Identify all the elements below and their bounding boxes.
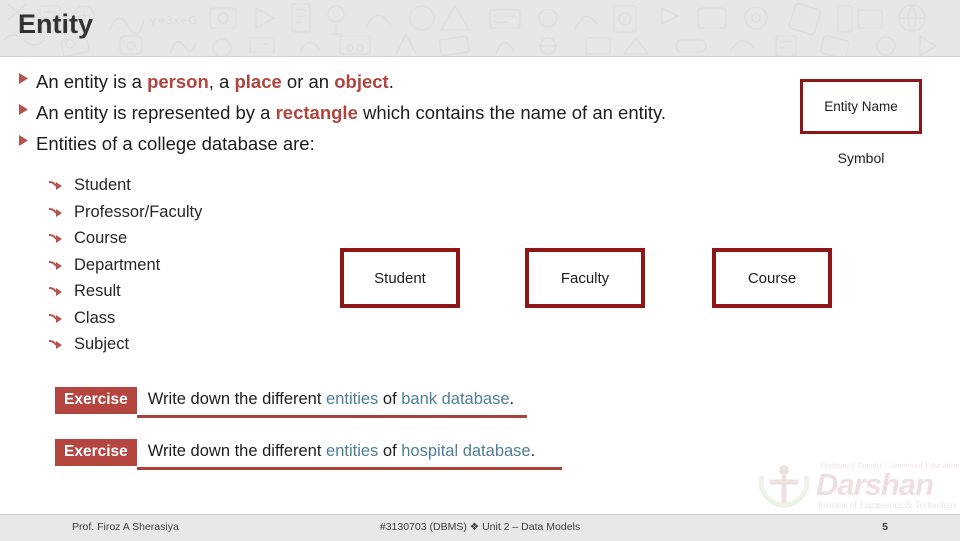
logo-tagline-bottom: Institute of Engineering & Technology <box>818 500 958 510</box>
bullet-part: . <box>388 71 394 92</box>
bullet-list: An entity is a person, a place or an obj… <box>18 68 798 161</box>
list-item: Subject <box>48 331 202 358</box>
bullet-text: An entity is a person, a place or an obj… <box>36 68 394 96</box>
exercise-term: entities <box>326 390 379 408</box>
exercise-text: Write down the different entities of ban… <box>148 390 514 408</box>
entity-symbol-label: Entity Name <box>824 99 898 114</box>
entity-box-faculty: Faculty <box>525 248 645 308</box>
list-item-label: Course <box>74 229 128 248</box>
exercise-badge: Exercise <box>55 439 137 466</box>
list-item: Student <box>48 172 202 199</box>
curved-arrow-icon <box>48 285 74 297</box>
triangle-right-icon <box>18 99 36 116</box>
footer-page-number: 5 <box>882 521 888 533</box>
list-item-label: Professor/Faculty <box>74 202 203 221</box>
bullet-text: An entity is represented by a rectangle … <box>36 99 666 127</box>
curved-arrow-icon <box>48 206 74 218</box>
footer-course-info: #3130703 (DBMS) ❖ Unit 2 – Data Models <box>379 521 581 533</box>
list-item-label: Class <box>74 308 116 327</box>
svg-text:y=3x+G: y=3x+G <box>150 14 197 27</box>
page-title: Entity <box>18 9 94 39</box>
bullet-part-highlight: rectangle <box>275 102 358 123</box>
exercise-body: Write down the different entities of hos… <box>136 439 562 470</box>
list-item: Professor/Faculty <box>48 199 202 226</box>
bullet-item: An entity is represented by a rectangle … <box>18 99 798 130</box>
list-item: Department <box>48 252 202 279</box>
bullet-item: An entity is a person, a place or an obj… <box>18 68 798 99</box>
symbol-caption: Symbol <box>837 150 885 166</box>
list-item: Result <box>48 278 202 305</box>
list-item: Class <box>48 305 202 332</box>
bullet-part: Entities of a college database are: <box>36 133 315 154</box>
exercise-badge: Exercise <box>55 387 137 414</box>
exercise-block: Exercise Write down the different entiti… <box>55 439 562 470</box>
entity-box-label: Course <box>747 269 797 287</box>
curved-arrow-icon <box>48 259 74 271</box>
entity-box-student: Student <box>340 248 460 308</box>
exercise-text: Write down the different entities of hos… <box>148 442 535 460</box>
exercise-underline <box>136 467 562 470</box>
darshan-logo-mark <box>758 465 810 508</box>
exercise-part: of <box>378 390 402 408</box>
exercise-part: Write down the different <box>147 390 327 408</box>
triangle-right-icon <box>18 130 36 147</box>
bullet-text: Entities of a college database are: <box>36 130 315 158</box>
exercise-part: of <box>378 442 402 460</box>
bullet-part: An entity is represented by a <box>36 102 276 123</box>
exercise-part: Write down the different <box>147 442 327 460</box>
entity-box-course: Course <box>712 248 832 308</box>
curved-arrow-icon <box>48 312 74 324</box>
entity-examples-list: Student Professor/Faculty Course Departm… <box>48 172 202 358</box>
bullet-item: Entities of a college database are: <box>18 130 798 161</box>
bullet-part-highlight: person <box>147 71 209 92</box>
list-item-label: Subject <box>74 335 130 354</box>
exercise-term: hospital database <box>401 442 531 460</box>
curved-arrow-icon <box>48 179 74 191</box>
exercise-part: . <box>530 442 536 460</box>
bullet-part: or an <box>281 71 335 92</box>
entity-box-label: Student <box>374 269 426 287</box>
exercise-underline <box>136 415 527 418</box>
entity-box-label: Faculty <box>560 269 610 287</box>
bullet-part-highlight: place <box>234 71 282 92</box>
bullet-part: which contains the name of an entity. <box>357 102 667 123</box>
darshan-logo: Dedicated Faculty Committed Education Da… <box>752 458 960 514</box>
curved-arrow-icon <box>48 232 74 244</box>
list-item: Course <box>48 225 202 252</box>
exercise-block: Exercise Write down the different entiti… <box>55 387 527 418</box>
bullet-part: An entity is a <box>36 71 148 92</box>
exercise-body: Write down the different entities of ban… <box>136 387 527 418</box>
exercise-term: bank database <box>401 390 510 408</box>
exercise-part: . <box>509 390 515 408</box>
bullet-part: , a <box>208 71 235 92</box>
slide-footer: Prof. Firoz A Sherasiya #3130703 (DBMS) … <box>0 514 960 541</box>
list-item-label: Department <box>74 255 161 274</box>
list-item-label: Result <box>74 282 121 301</box>
curved-arrow-icon <box>48 338 74 350</box>
exercise-term: entities <box>326 442 379 460</box>
header-doodle-pattern: y=3x+G <box>3 2 938 56</box>
slide-header: y=3x+G Entity <box>0 0 960 57</box>
logo-wordmark: Darshan <box>816 467 934 502</box>
bullet-part-highlight: object <box>334 71 389 92</box>
entity-symbol-box: Entity Name <box>800 79 922 134</box>
triangle-right-icon <box>18 68 36 85</box>
list-item-label: Student <box>74 176 131 195</box>
